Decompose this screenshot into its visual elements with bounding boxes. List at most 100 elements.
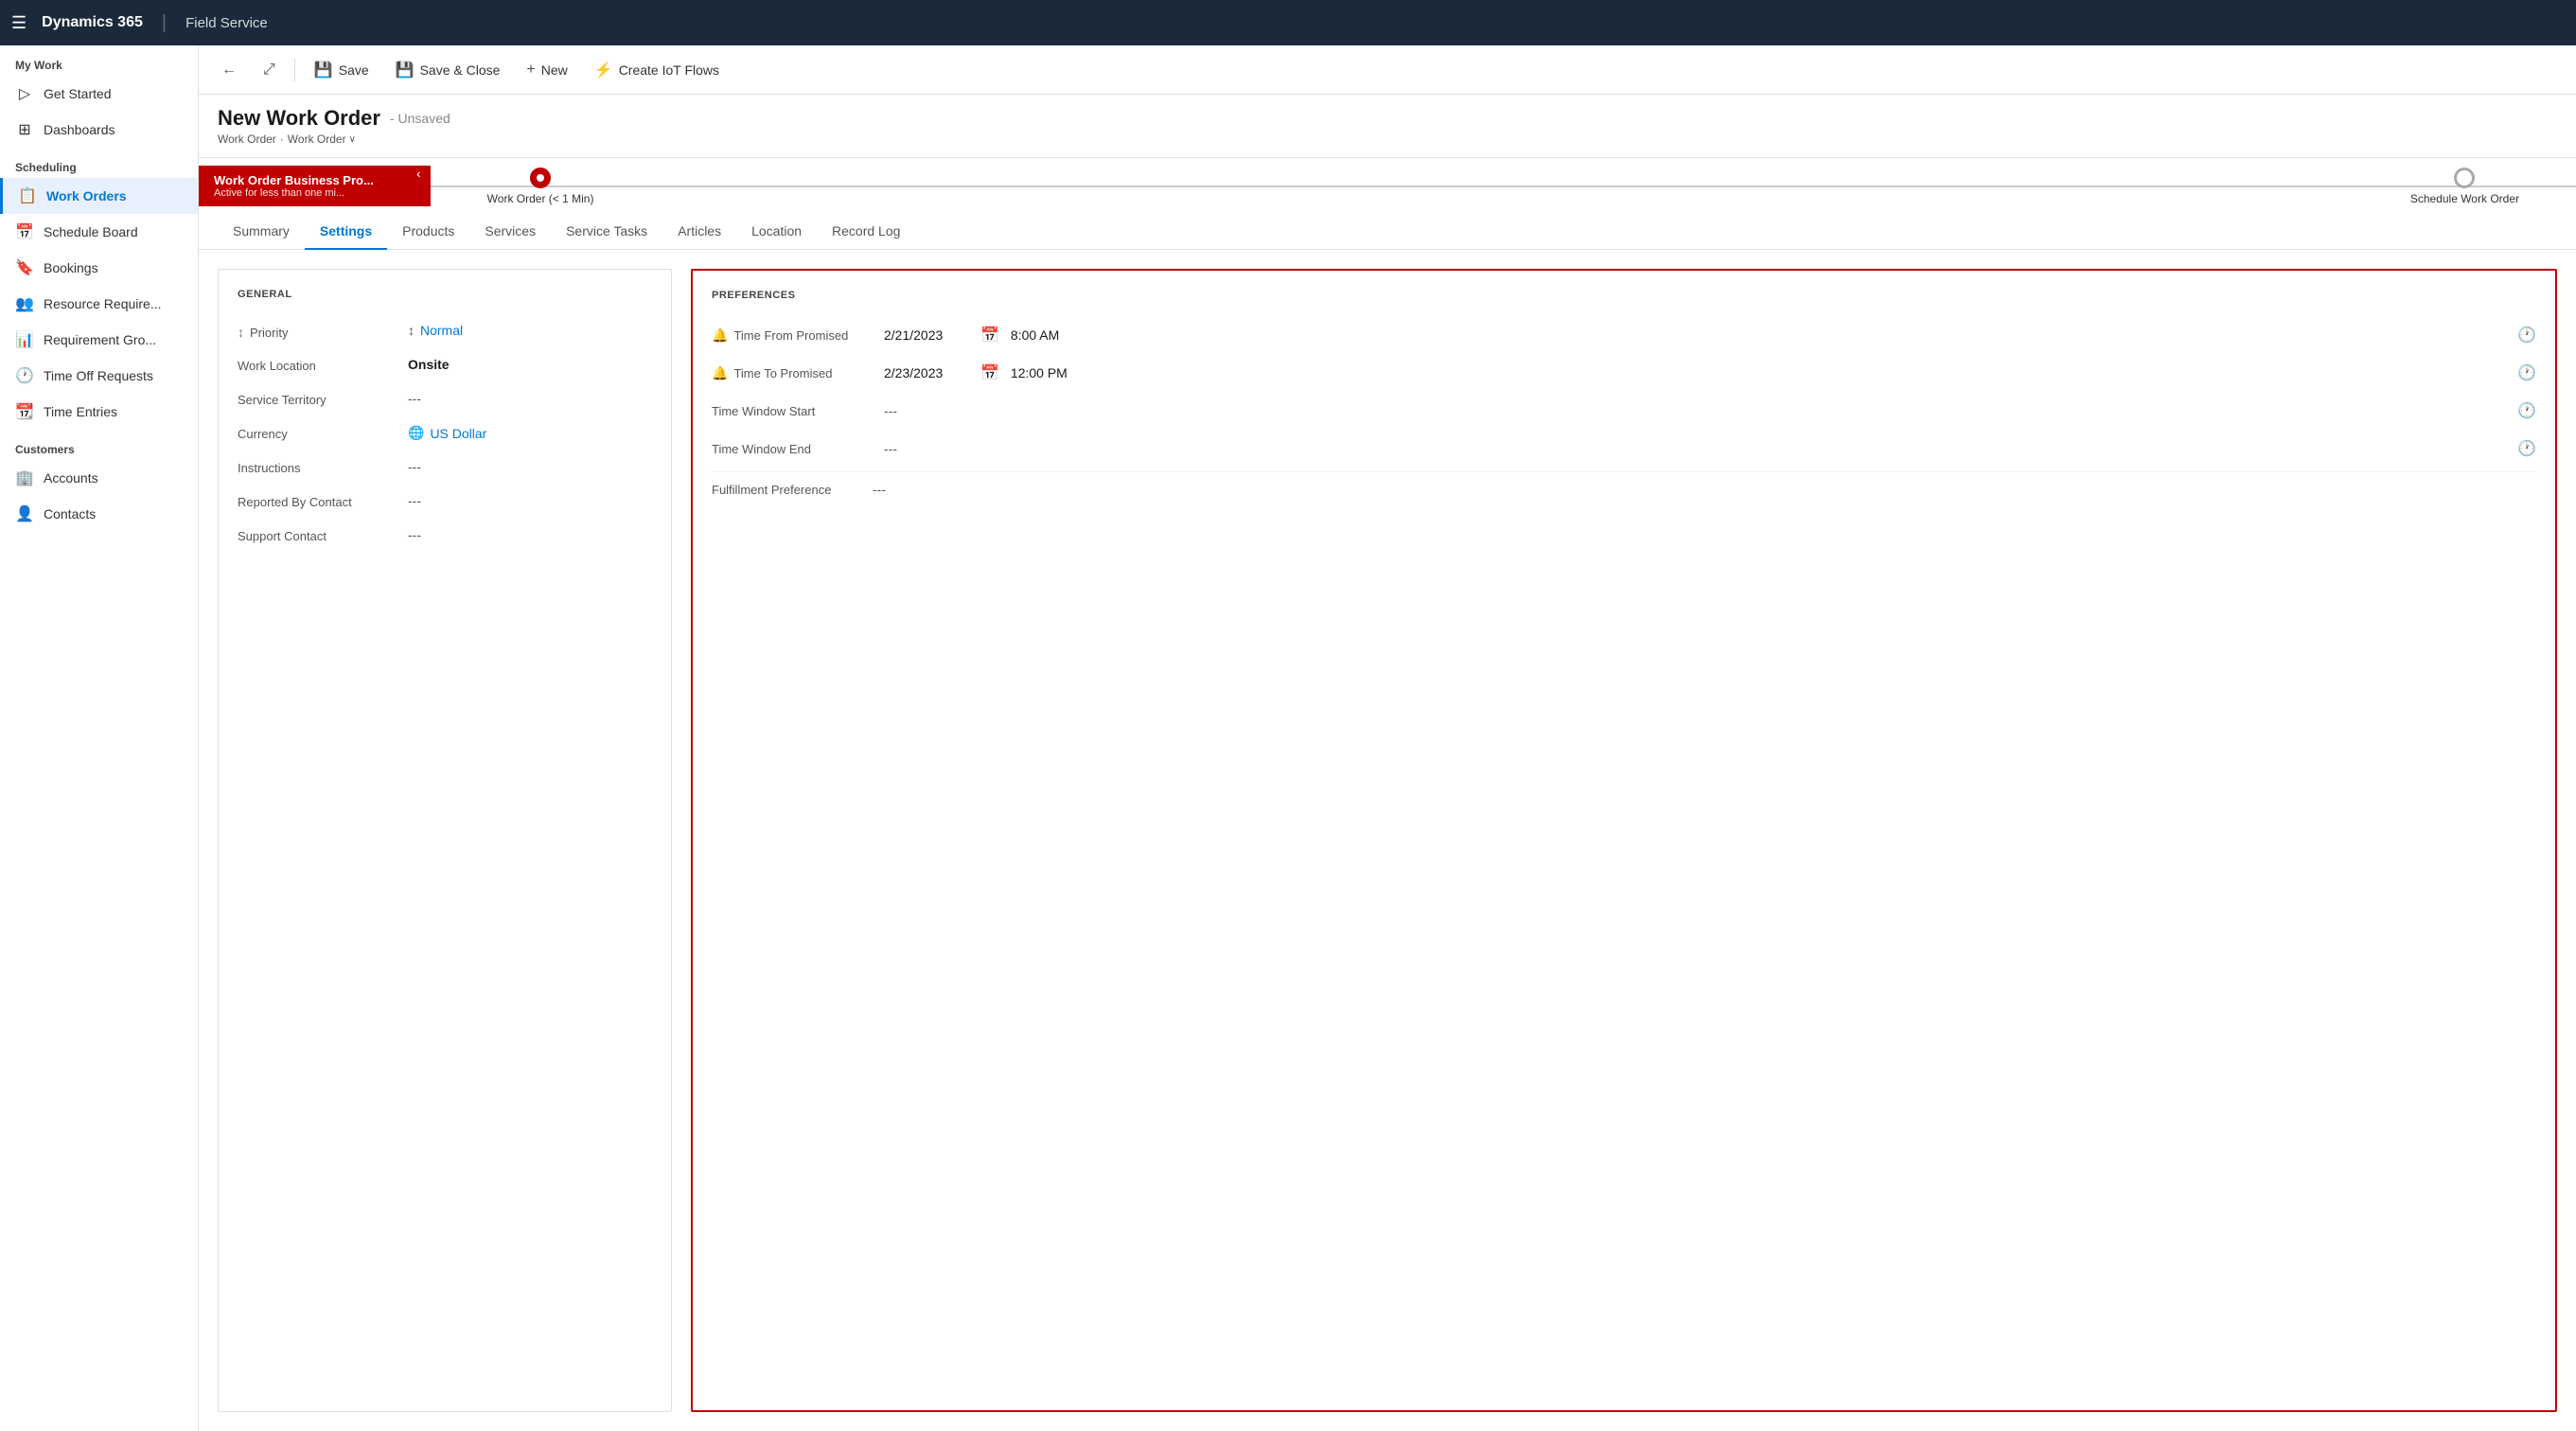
dashboards-icon: ⊞ xyxy=(15,120,34,139)
tab-service-tasks[interactable]: Service Tasks xyxy=(551,214,662,250)
time-window-start-clock-icon[interactable]: 🕐 xyxy=(2517,401,2536,420)
sidebar-item-label: Resource Require... xyxy=(44,296,162,311)
section-customers: Customers xyxy=(0,430,198,460)
new-button[interactable]: + New xyxy=(515,56,578,84)
sidebar-item-schedule-board[interactable]: 📅 Schedule Board xyxy=(0,214,198,250)
process-node-1[interactable]: Work Order (< 1 Min) xyxy=(487,168,594,205)
sidebar-item-get-started[interactable]: ▷ Get Started xyxy=(0,76,198,112)
page-header: New Work Order - Unsaved Work Order · Wo… xyxy=(199,95,2576,146)
schedule-board-icon: 📅 xyxy=(15,222,34,241)
sidebar-item-requirement-groups[interactable]: 📊 Requirement Gro... xyxy=(0,322,198,358)
sidebar-item-label: Requirement Gro... xyxy=(44,332,156,347)
iot-flows-button[interactable]: ⚡ Create IoT Flows xyxy=(583,55,731,85)
sidebar-item-bookings[interactable]: 🔖 Bookings xyxy=(0,250,198,286)
sidebar-item-resource-requirements[interactable]: 👥 Resource Require... xyxy=(0,286,198,322)
tab-summary[interactable]: Summary xyxy=(218,214,305,250)
breadcrumb-current[interactable]: Work Order ∨ xyxy=(288,132,356,146)
time-from-promised-label: 🔔 Time From Promised xyxy=(712,327,873,344)
page-title: New Work Order xyxy=(218,106,380,131)
tab-location[interactable]: Location xyxy=(736,214,817,250)
process-step-title: Work Order Business Pro... xyxy=(214,173,392,187)
save-label: Save xyxy=(339,62,369,78)
sidebar-item-time-off-requests[interactable]: 🕐 Time Off Requests xyxy=(0,358,198,394)
field-service-territory: Service Territory --- xyxy=(238,383,652,417)
unsaved-badge: - Unsaved xyxy=(390,111,450,126)
time-window-start-label: Time Window Start xyxy=(712,404,873,418)
sidebar-item-contacts[interactable]: 👤 Contacts xyxy=(0,496,198,532)
field-currency: Currency 🌐 US Dollar xyxy=(238,417,652,451)
sidebar-item-work-orders[interactable]: 📋 Work Orders xyxy=(0,178,198,214)
iot-flows-label: Create IoT Flows xyxy=(619,62,719,78)
time-to-calendar-icon[interactable]: 📅 xyxy=(980,363,999,382)
time-from-calendar-icon[interactable]: 📅 xyxy=(980,326,999,344)
tab-products[interactable]: Products xyxy=(387,214,469,250)
field-reported-by-contact: Reported By Contact --- xyxy=(238,486,652,520)
sidebar: My Work ▷ Get Started ⊞ Dashboards Sched… xyxy=(0,45,199,1431)
breadcrumb: Work Order · Work Order ∨ xyxy=(218,132,2557,146)
contacts-icon: 👤 xyxy=(15,504,34,523)
breadcrumb-chevron-icon: ∨ xyxy=(349,134,356,145)
sidebar-item-time-entries[interactable]: 📆 Time Entries xyxy=(0,394,198,430)
process-line xyxy=(431,186,2576,187)
support-contact-label: Support Contact xyxy=(238,527,408,543)
time-from-icon: 🔔 xyxy=(712,327,728,344)
service-territory-value: --- xyxy=(408,391,652,406)
field-time-window-end: Time Window End --- 🕐 xyxy=(712,430,2536,468)
fulfillment-preference-value: --- xyxy=(873,482,2536,497)
process-track: Work Order (< 1 Min) Schedule Work Order xyxy=(431,158,2576,215)
process-step-subtitle: Active for less than one mi... xyxy=(214,187,392,199)
priority-icon-arrow: ↕ xyxy=(408,323,415,338)
sidebar-item-dashboards[interactable]: ⊞ Dashboards xyxy=(0,112,198,148)
time-window-start-value: --- xyxy=(884,403,2506,418)
tab-settings[interactable]: Settings xyxy=(305,214,387,250)
nav-divider: | xyxy=(162,12,167,34)
new-icon: + xyxy=(526,62,535,79)
time-window-end-label: Time Window End xyxy=(712,442,873,456)
field-instructions: Instructions --- xyxy=(238,451,652,486)
new-label: New xyxy=(541,62,568,78)
time-from-promised-date[interactable]: 2/21/2023 xyxy=(884,327,969,343)
sidebar-item-label: Dashboards xyxy=(44,122,115,137)
process-collapse-button[interactable]: ‹ xyxy=(407,166,431,181)
tab-articles[interactable]: Articles xyxy=(662,214,736,250)
iot-icon: ⚡ xyxy=(594,61,613,80)
accounts-icon: 🏢 xyxy=(15,468,34,487)
currency-value[interactable]: 🌐 US Dollar xyxy=(408,425,652,441)
save-icon: 💾 xyxy=(314,61,333,80)
sidebar-item-label: Accounts xyxy=(44,470,98,486)
time-from-promised-time: 8:00 AM xyxy=(1011,327,2506,343)
sidebar-item-accounts[interactable]: 🏢 Accounts xyxy=(0,460,198,496)
time-to-promised-date[interactable]: 2/23/2023 xyxy=(884,365,969,380)
breadcrumb-separator: · xyxy=(280,132,284,146)
time-from-clock-icon[interactable]: 🕐 xyxy=(2517,326,2536,344)
general-section: GENERAL ↕ Priority ↕ Normal Work Locatio… xyxy=(218,269,672,1412)
time-window-end-clock-icon[interactable]: 🕐 xyxy=(2517,439,2536,458)
save-button[interactable]: 💾 Save xyxy=(303,55,380,85)
time-to-promised-time: 12:00 PM xyxy=(1011,365,2506,380)
process-node-2-label: Schedule Work Order xyxy=(2410,192,2519,205)
currency-icon: 🌐 xyxy=(408,425,424,441)
process-active-step[interactable]: Work Order Business Pro... Active for le… xyxy=(199,166,431,206)
breadcrumb-link-1[interactable]: Work Order xyxy=(218,132,276,146)
time-to-clock-icon[interactable]: 🕐 xyxy=(2517,363,2536,382)
field-time-from-promised: 🔔 Time From Promised 2/21/2023 📅 8:00 AM… xyxy=(712,316,2536,354)
field-fulfillment-preference: Fulfillment Preference --- xyxy=(712,471,2536,506)
sidebar-item-label: Time Off Requests xyxy=(44,368,153,383)
back-button[interactable]: ← xyxy=(210,56,248,84)
time-to-promised-label: 🔔 Time To Promised xyxy=(712,365,873,381)
process-bar: Work Order Business Pro... Active for le… xyxy=(199,157,2576,214)
tabs-bar: Summary Settings Products Services Servi… xyxy=(199,214,2576,250)
hamburger-icon[interactable]: ☰ xyxy=(11,13,26,33)
tab-services[interactable]: Services xyxy=(469,214,551,250)
priority-icon: ↕ xyxy=(238,325,244,340)
process-node-2[interactable]: Schedule Work Order xyxy=(2410,168,2519,205)
tab-record-log[interactable]: Record Log xyxy=(817,214,915,250)
popout-button[interactable]: ⤢ xyxy=(252,56,287,84)
sidebar-item-label: Contacts xyxy=(44,506,96,521)
priority-value[interactable]: ↕ Normal xyxy=(408,323,652,338)
preferences-section: PREFERENCES 🔔 Time From Promised 2/21/20… xyxy=(691,269,2557,1412)
work-location-label: Work Location xyxy=(238,357,408,373)
sidebar-item-label: Bookings xyxy=(44,260,98,275)
priority-label: ↕ Priority xyxy=(238,323,408,340)
save-close-button[interactable]: 💾 Save & Close xyxy=(384,55,512,85)
